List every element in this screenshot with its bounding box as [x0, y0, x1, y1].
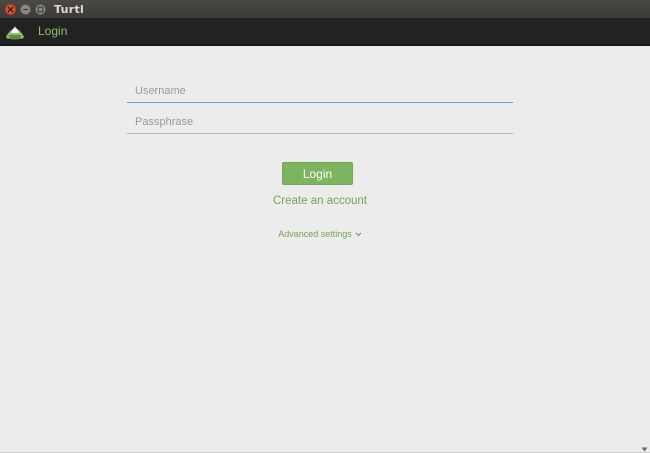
chevron-down-icon — [355, 232, 362, 236]
login-button[interactable]: Login — [282, 162, 353, 185]
passphrase-input[interactable] — [127, 110, 513, 134]
create-account-link[interactable]: Create an account — [273, 195, 367, 207]
minimize-icon — [23, 8, 28, 10]
window-minimize-button[interactable] — [20, 3, 31, 15]
passphrase-field — [127, 110, 513, 134]
window-titlebar: Turtl — [0, 0, 650, 18]
advanced-settings-row: Advanced settings — [0, 229, 640, 239]
turtle-logo-icon — [6, 26, 24, 40]
maximize-icon — [37, 6, 44, 12]
close-icon — [7, 6, 14, 12]
app-header: Login — [0, 18, 650, 46]
advanced-settings-label: Advanced settings — [278, 229, 352, 239]
window-maximize-button[interactable] — [35, 3, 46, 15]
username-input[interactable] — [127, 79, 513, 103]
page-title: Login — [38, 24, 68, 38]
create-account-row: Create an account — [0, 195, 640, 207]
window-title: Turtl — [54, 2, 85, 16]
window-close-button[interactable] — [5, 3, 16, 15]
app-window: Turtl Login Login Create an account Adva… — [0, 0, 650, 453]
advanced-settings-toggle[interactable]: Advanced settings — [278, 229, 362, 239]
username-field — [127, 79, 513, 103]
